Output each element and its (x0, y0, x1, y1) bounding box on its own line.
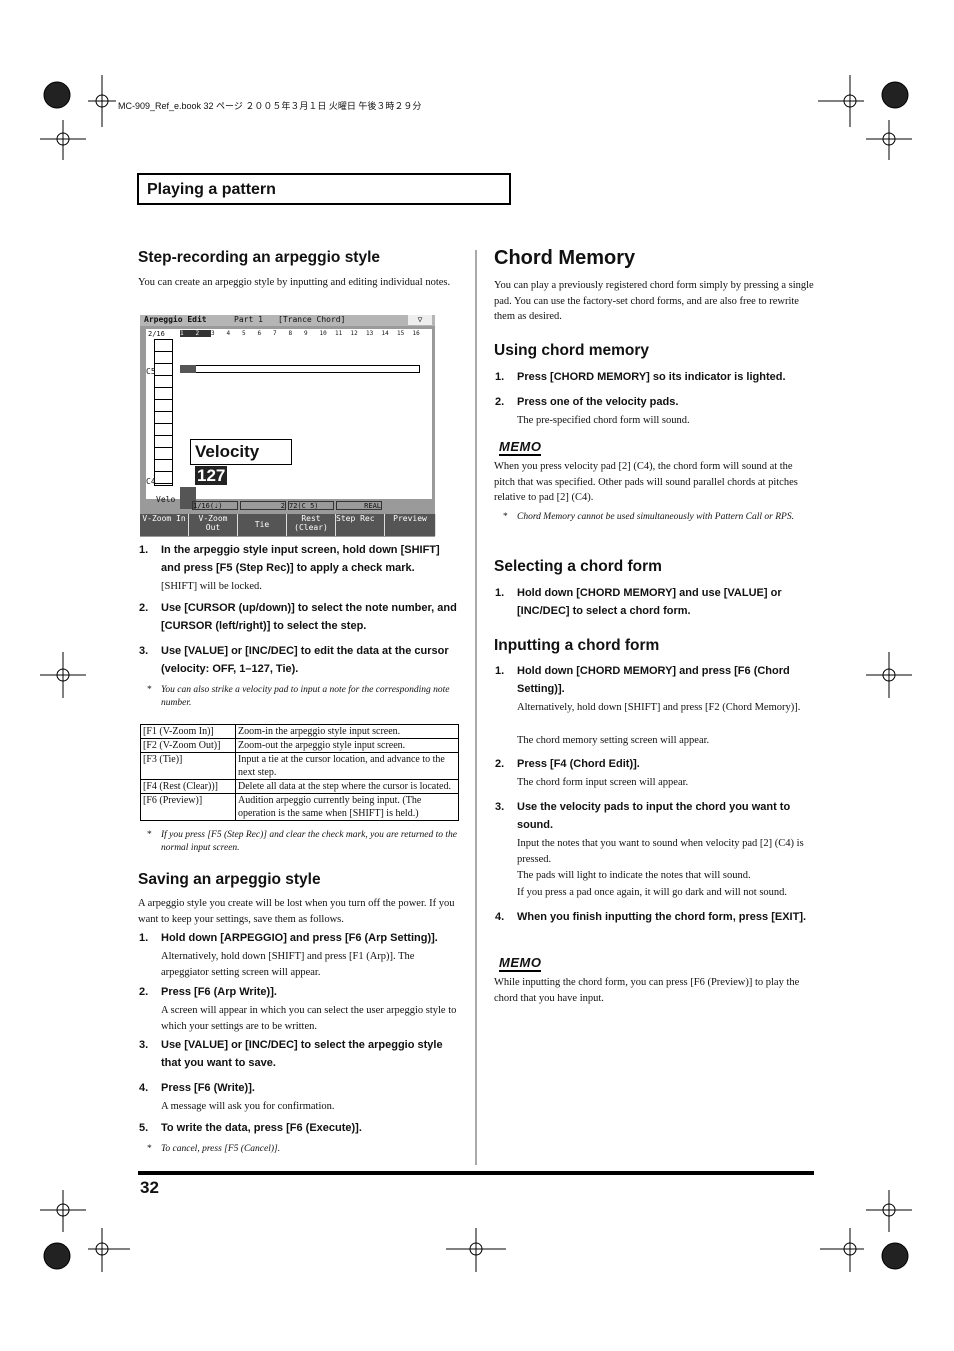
table-row: [F1 (V-Zoom In)] Zoom-in the arpeggio sty… (140, 724, 459, 739)
save-step-5: 5. To write the data, press [F6 (Execute)… (139, 1122, 362, 1134)
lcd-title-bar: Arpeggio Edit Part 1 [Trance Chord] ▽ (140, 315, 435, 326)
input-step-1-detail: Alternatively, hold down [SHIFT] and pre… (517, 702, 801, 713)
step-number: 12 (350, 330, 358, 337)
save-step-1-detail: Alternatively, hold down [SHIFT] and pre… (161, 951, 415, 978)
velocity-value: 127 (195, 466, 228, 485)
step-number: 6 (257, 330, 262, 337)
lcd-position: 2/16 (148, 330, 165, 338)
using-step-2-detail: The pre-specified chord form will sound. (517, 415, 690, 426)
f2-vzoom-out[interactable]: V-Zoom Out (189, 514, 238, 536)
heading-inputting: Inputting a chord form (494, 637, 660, 654)
lcd-part: Part 1 (234, 315, 263, 324)
step-number: 10 (319, 330, 327, 337)
status-division: 1/16(♩) (192, 501, 238, 510)
save-step-4: 4. Press [F6 (Write)]. (139, 1082, 255, 1094)
step-2: 2. Use [CURSOR (up/down)] to select the n… (139, 602, 457, 632)
note-cancel: * To cancel, press [F5 (Cancel)]. (147, 1144, 281, 1154)
cursor-cell[interactable] (180, 365, 196, 373)
memo-text-2: While inputting the chord form, you can … (494, 977, 800, 1004)
lcd-c4-label: C4 (146, 477, 156, 486)
function-key-table: [F1 (V-Zoom In)] Zoom-in the arpeggio sty… (140, 724, 459, 821)
step-number: 3 (211, 330, 215, 337)
step-number: 13 (366, 330, 374, 337)
step-number: 16 (412, 330, 420, 337)
memo-icon: MEMO (499, 955, 542, 972)
step-number: 5 (242, 330, 246, 337)
input-step-3-detail: Input the notes that you want to sound w… (517, 838, 804, 865)
section-title: Playing a pattern (137, 173, 511, 205)
input-step-1-detail-2: The chord memory setting screen will app… (517, 735, 710, 746)
note-chord-memory: * Chord Memory cannot be used simultaneou… (503, 512, 794, 522)
input-step-3-detail-2: The pads will light to indicate the note… (517, 870, 751, 881)
select-step-1: 1. Hold down [CHORD MEMORY] and use [VALU… (495, 587, 782, 617)
heading-selecting: Selecting a chord form (494, 558, 662, 575)
step-number: 1 (180, 330, 196, 337)
input-step-2: 2. Press [F4 (Chord Edit)]. (495, 758, 640, 770)
heading-using: Using chord memory (494, 342, 650, 359)
status-mode: REAL (336, 501, 382, 510)
note-velocity-pad: * You can also strike a velocity pad to i… (147, 685, 450, 708)
lcd-c5-label: C5 (146, 367, 156, 376)
using-step-2: 2. Press one of the velocity pads. (495, 396, 679, 408)
step-number: 14 (381, 330, 389, 337)
file-header: MC-909_Ref_e.book 32 ページ ２００５年３月１日 火曜日 午… (118, 101, 422, 111)
intro-step-recording: You can create an arpeggio style by inpu… (138, 277, 451, 288)
input-step-3: 3. Use the velocity pads to input the cho… (495, 801, 791, 831)
save-step-2-detail: A screen will appear in which you can se… (161, 1005, 457, 1032)
table-row: [F3 (Tie)] Input a tie at the cursor loca… (140, 752, 459, 780)
memo-text-1: When you press velocity pad [2] (C4), th… (494, 461, 798, 503)
step-number: 15 (397, 330, 405, 337)
status-note: 72(C 5) (288, 501, 334, 510)
status-step: 2 (240, 501, 286, 510)
f6-preview[interactable]: Preview (385, 514, 436, 536)
lcd-title: Arpeggio Edit (144, 315, 207, 324)
input-step-3-detail-3: If you press a pad once again, it will g… (517, 887, 788, 898)
piano-keyboard (154, 339, 173, 486)
page-number: 32 (140, 1178, 159, 1197)
step-number: 9 (304, 330, 308, 337)
intro-chord-memory: You can play a previously registered cho… (494, 280, 814, 322)
table-row: [F6 (Preview)] Audition arpeggio currentl… (140, 793, 459, 821)
input-step-1: 1. Hold down [CHORD MEMORY] and press [F6… (495, 665, 790, 695)
heading-chord-memory: Chord Memory (494, 247, 636, 269)
step-1-detail: [SHIFT] will be locked. (161, 581, 262, 592)
step-number: 8 (288, 330, 293, 337)
step-number: 11 (335, 330, 343, 337)
lcd-velo-label: Velo (156, 495, 176, 504)
lcd-menu-triangle-icon[interactable]: ▽ (408, 315, 432, 325)
intro-saving: A arpeggio style you create will be lost… (138, 898, 455, 925)
lcd-screen: Arpeggio Edit Part 1 [Trance Chord] ▽ 2/… (140, 315, 436, 537)
lcd-grid: 2/16 1 2 3 4 5 6 7 8 9 10 11 12 13 14 15 16 C5 C4 Velo … (146, 329, 432, 509)
save-step-3: 3. Use [VALUE] or [INC/DEC] to select the… (139, 1039, 443, 1069)
save-step-2: 2. Press [F6 (Arp Write)]. (139, 986, 277, 998)
save-step-4-detail: A message will ask you for confirmation. (161, 1101, 335, 1112)
save-step-1: 1. Hold down [ARPEGGIO] and press [F6 (Ar… (139, 932, 438, 944)
heading-step-recording: Step-recording an arpeggio style (138, 249, 381, 266)
manual-page: MC-909_Ref_e.book 32 ページ ２００５年３月１日 火曜日 午… (0, 0, 954, 1351)
lcd-status-bar: 1/16(♩) 2 72(C 5) REAL (192, 501, 382, 510)
input-step-2-detail: The chord form input screen will appear. (517, 777, 689, 788)
input-step-4: 4. When you finish inputting the chord fo… (495, 911, 807, 923)
note-step-rec: * If you press [F5 (Step Rec)] and clear … (147, 830, 457, 853)
table-row: [F4 (Rest (Clear))] Delete all data at th… (140, 779, 459, 794)
f5-step-rec[interactable]: Step Rec (336, 514, 385, 536)
step-number: 4 (226, 330, 231, 337)
velocity-label: Velocity (195, 442, 260, 461)
heading-saving: Saving an arpeggio style (138, 871, 321, 888)
using-step-1: 1. Press [CHORD MEMORY] so its indicator … (495, 371, 786, 383)
f3-tie[interactable]: Tie (238, 514, 287, 536)
memo-icon: MEMO (499, 439, 542, 456)
lcd-style: [Trance Chord] (278, 315, 346, 324)
f4-rest-clear[interactable]: Rest (Clear) (287, 514, 336, 536)
step-1: 1. In the arpeggio style input screen, ho… (139, 544, 440, 574)
step-number: 7 (273, 330, 277, 337)
note-row-c5[interactable] (180, 365, 420, 373)
f1-vzoom-in[interactable]: V-Zoom In (140, 514, 189, 536)
table-row: [F2 (V-Zoom Out)] Zoom-out the arpeggio s… (140, 738, 459, 753)
step-3: 3. Use [VALUE] or [INC/DEC] to edit the d… (139, 645, 449, 675)
step-number: 2 (195, 330, 211, 337)
velocity-popup: Velocity 127 (190, 439, 292, 485)
